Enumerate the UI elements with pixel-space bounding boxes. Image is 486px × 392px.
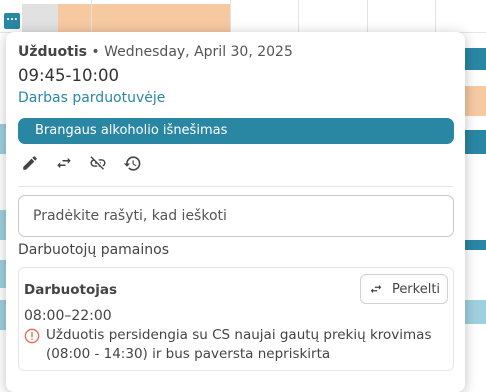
calendar-task-block[interactable] [465,48,486,70]
divider [18,186,453,187]
header-separator: • [86,44,105,60]
unlink-icon[interactable] [88,153,108,173]
swap-icon [370,284,382,294]
task-popover: Užduotis • Wednesday, April 30, 2025 09:… [6,32,465,392]
calendar-cell [22,4,58,32]
more-events-button[interactable]: ... [4,13,20,29]
task-type: Užduotis [18,44,87,60]
employee-search-input[interactable] [18,195,454,237]
move-button-label: Perkelti [391,281,441,297]
shift-role: Darbuotojas [24,282,118,298]
warning-line: Užduotis persidengia su CS naujai gautų … [46,327,432,343]
task-time-range: 09:45-10:00 [18,66,120,85]
task-header: Užduotis • Wednesday, April 30, 2025 [18,44,293,60]
edit-icon[interactable] [20,153,40,173]
calendar-task-block[interactable] [465,300,486,324]
task-title-pill[interactable]: Brangaus alkoholio išnešimas [18,118,454,144]
calendar-shift-block[interactable] [58,4,230,32]
task-date: Wednesday, April 30, 2025 [104,44,293,60]
task-location-link[interactable]: Darbas parduotuvėje [18,90,165,106]
calendar-task-block[interactable] [465,130,486,154]
warning-line: (08:00 - 14:30) ir bus paversta nepriski… [46,346,331,362]
task-actions [20,153,142,173]
overlap-warning: Užduotis persidengia su CS naujai gautų … [24,326,444,364]
shift-time: 08:00–22:00 [24,308,112,324]
move-button[interactable]: Perkelti [360,274,448,304]
calendar-shift-block[interactable] [465,86,486,116]
shift-card: Darbuotojas Perkelti 08:00–22:00 Užduoti… [18,267,454,371]
history-icon[interactable] [122,153,142,173]
shifts-section-title: Darbuotojų pamainos [18,242,170,258]
warning-icon [24,328,40,344]
warning-text: Užduotis persidengia su CS naujai gautų … [46,326,431,364]
calendar-task-block[interactable] [465,240,486,250]
swap-icon[interactable] [54,153,74,173]
